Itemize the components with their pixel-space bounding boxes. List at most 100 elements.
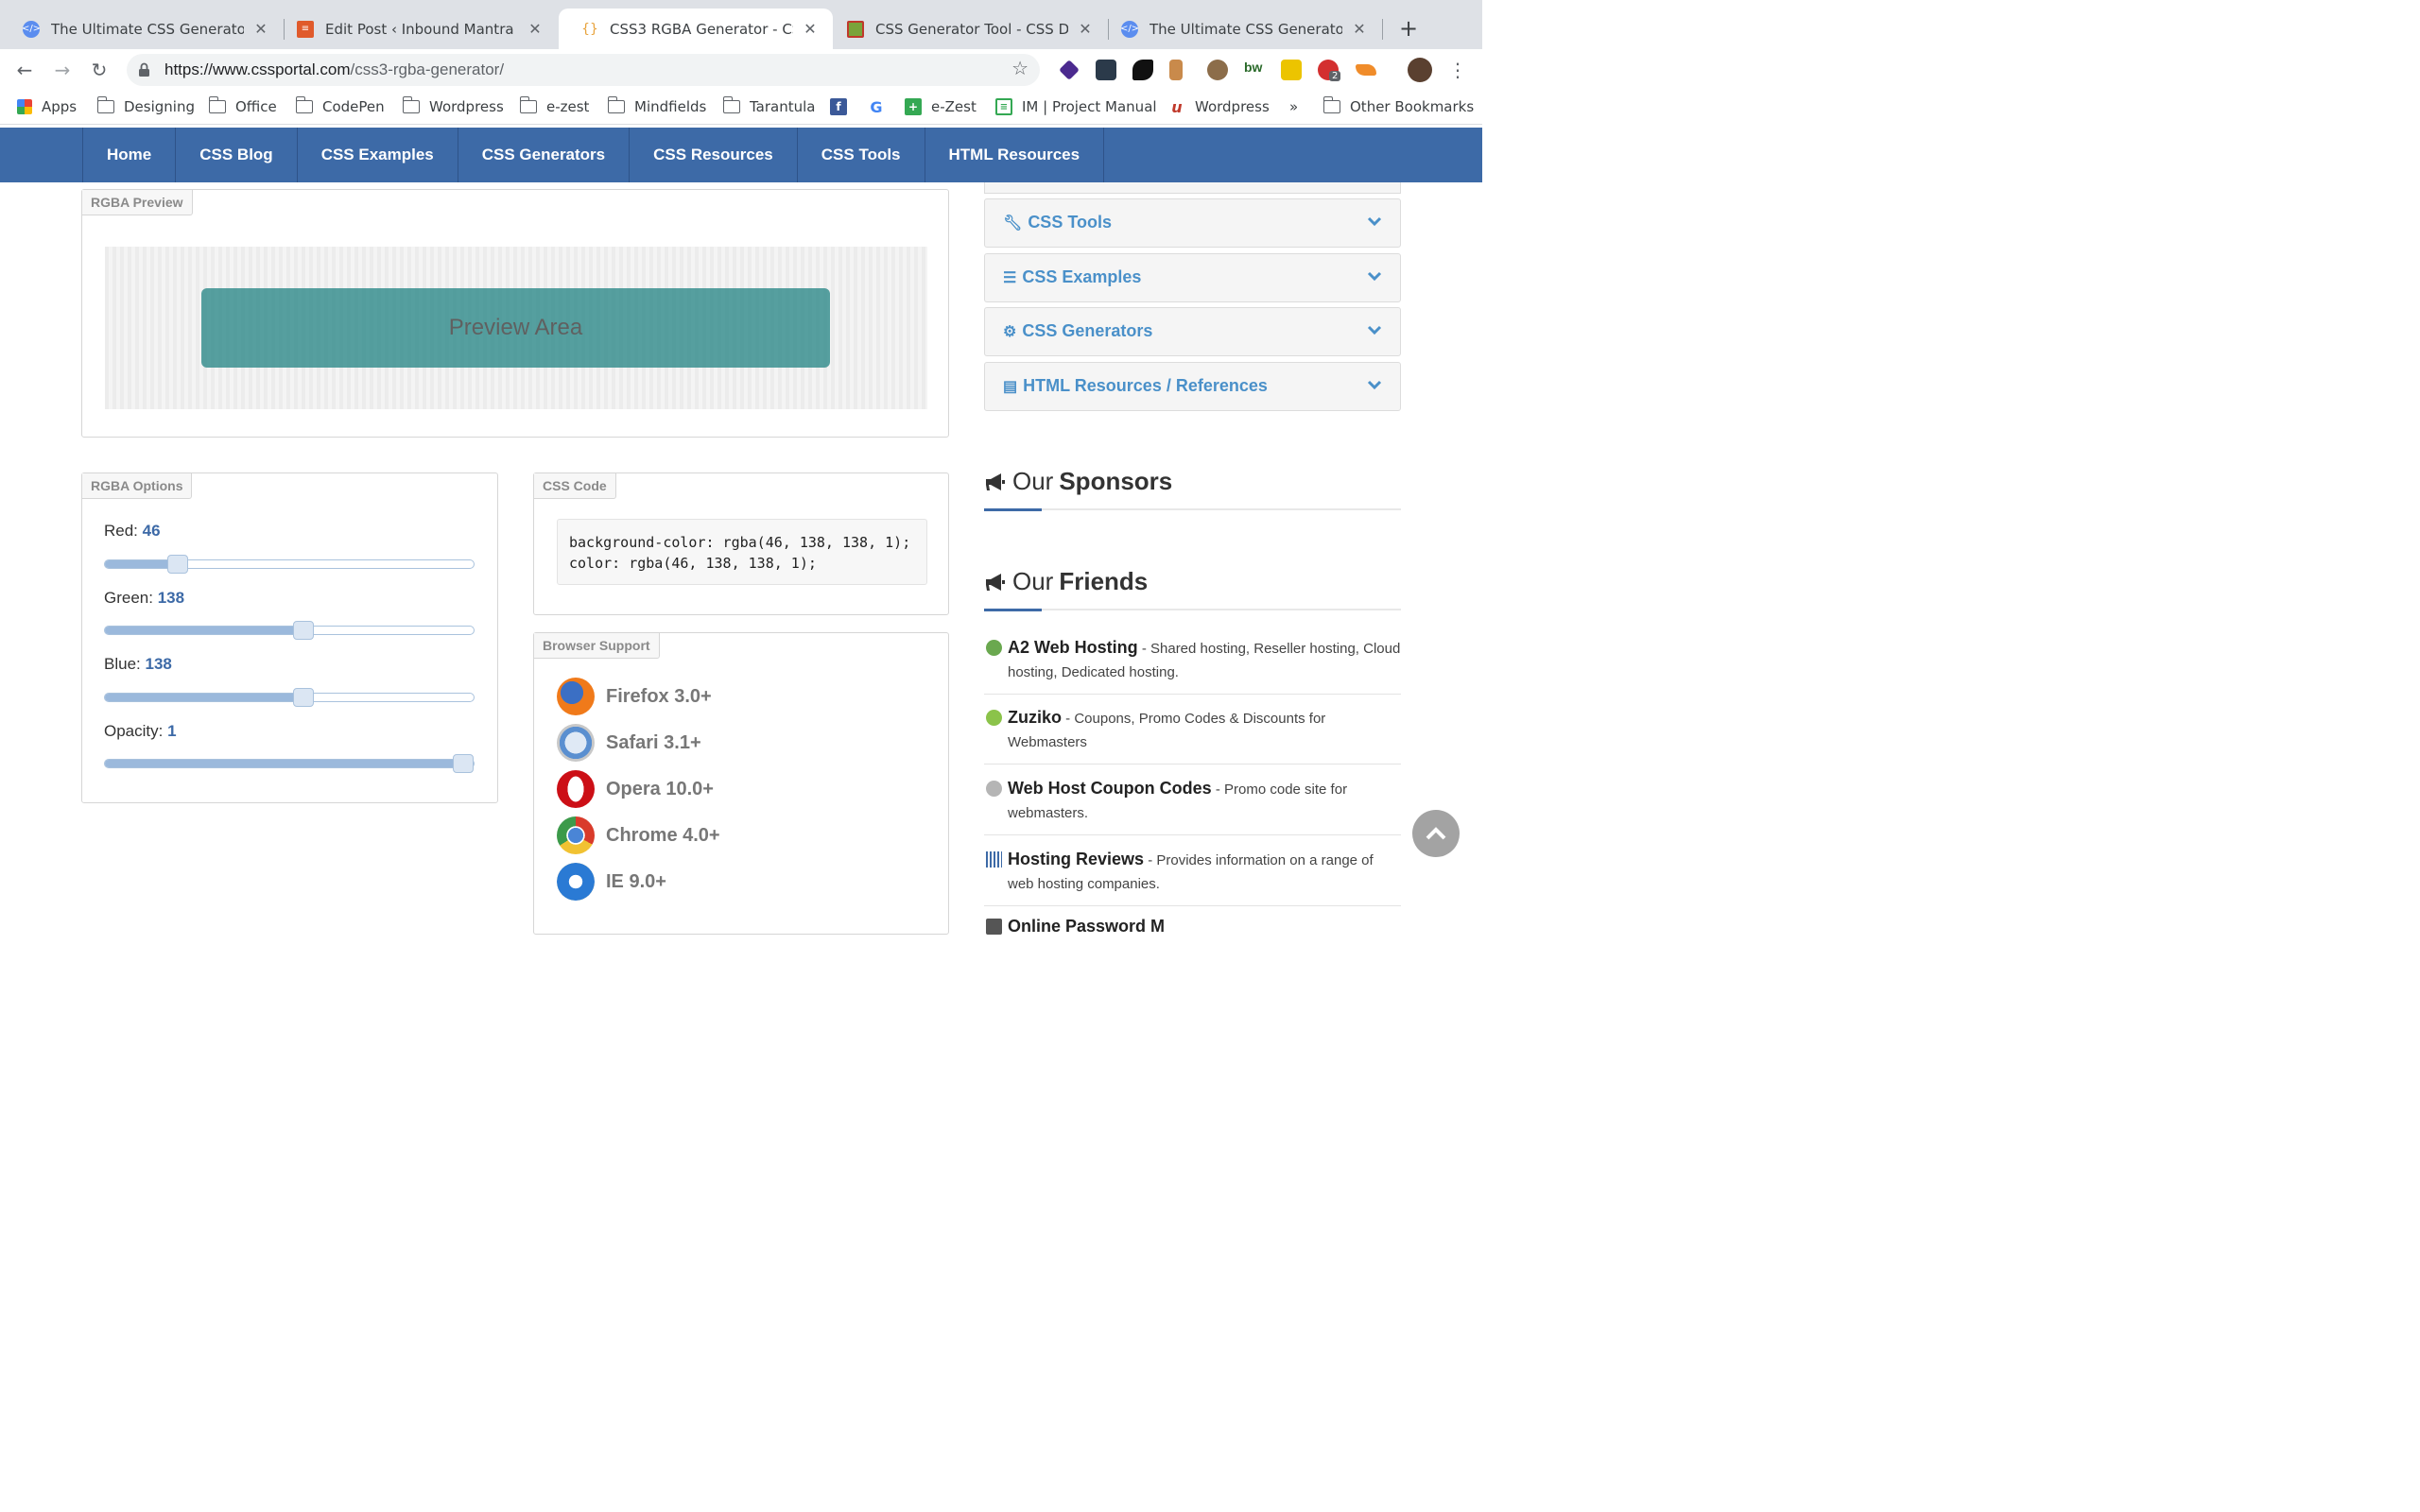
site-nav: Home CSS Blog CSS Examples CSS Generator… xyxy=(0,128,1482,182)
accordion-css-generators[interactable]: ⚙ CSS Generators xyxy=(984,307,1401,356)
accordion-label: 🔧︎ CSS Tools xyxy=(1003,213,1112,232)
extension-eyedropper-icon[interactable] xyxy=(1207,60,1228,80)
friend-link[interactable]: Zuziko xyxy=(1008,708,1062,727)
friend-item[interactable]: Hosting Reviews - Provides information o… xyxy=(984,848,1401,906)
extension-cube-icon[interactable] xyxy=(1059,60,1080,80)
browser-name: Chrome 4.0+ xyxy=(606,824,720,846)
extension-bird-icon[interactable] xyxy=(1132,60,1153,80)
cssportal-favicon: </> xyxy=(1120,20,1139,38)
profile-avatar[interactable] xyxy=(1408,58,1432,82)
slider-handle[interactable] xyxy=(453,754,474,773)
tab-title: CSS3 RGBA Generator - CSS Portal xyxy=(610,20,793,38)
extension-2048-icon[interactable] xyxy=(1281,60,1302,80)
menu-icon[interactable]: ⋮ xyxy=(1448,59,1467,81)
bookmark-google[interactable]: G xyxy=(868,97,894,116)
friend-link[interactable]: Online Password M xyxy=(1008,917,1165,936)
bookmark-other[interactable]: Other Bookmarks xyxy=(1322,96,1474,115)
bookmark-facebook[interactable]: f xyxy=(830,98,856,115)
red-slider[interactable] xyxy=(104,555,475,574)
accordion-css-tools[interactable]: 🔧︎ CSS Tools xyxy=(984,198,1401,248)
accordion-label: ⚙ CSS Generators xyxy=(1003,321,1153,340)
nav-css-resources[interactable]: CSS Resources xyxy=(630,128,798,182)
green-slider[interactable] xyxy=(104,621,475,640)
friend-item[interactable]: Online Password M xyxy=(984,915,1401,949)
address-bar[interactable]: https://www.cssportal.com/css3-rgba-gene… xyxy=(127,54,1040,86)
bookmark-e-zest[interactable]: + e-Zest xyxy=(905,98,977,115)
back-icon[interactable]: ← xyxy=(11,57,38,83)
bookmark-e-zest-folder[interactable]: e-zest xyxy=(519,96,589,115)
browser-tab-1[interactable]: </> The Ultimate CSS Generator ✕ xyxy=(0,9,284,49)
friend-item[interactable]: Web Host Coupon Codes - Promo code site … xyxy=(984,777,1401,835)
accordion-css-examples[interactable]: ☰ CSS Examples xyxy=(984,253,1401,302)
folder-icon xyxy=(96,96,114,113)
blue-slider[interactable] xyxy=(104,688,475,707)
forward-icon[interactable]: → xyxy=(49,57,76,83)
close-icon[interactable]: ✕ xyxy=(251,20,270,38)
friend-item[interactable]: A2 Web Hosting - Shared hosting, Reselle… xyxy=(984,636,1401,695)
url-text: https://www.cssportal.com/css3-rgba-gene… xyxy=(164,60,505,78)
bookmark-apps[interactable]: Apps xyxy=(17,98,77,115)
gear-icon: ⚙ xyxy=(1003,323,1017,340)
nav-css-generators[interactable]: CSS Generators xyxy=(458,128,631,182)
sheets-plus-icon: + xyxy=(905,98,922,115)
extension-screenshot-icon[interactable] xyxy=(1096,60,1116,80)
sponsors-heading: Our Sponsors xyxy=(984,467,1172,496)
browser-tab-4[interactable]: CSS Generator Tool - CSS Demo ✕ xyxy=(824,9,1108,49)
close-icon[interactable]: ✕ xyxy=(526,20,544,38)
browser-row-ie: IE 9.0+ xyxy=(557,863,666,901)
slider-handle[interactable] xyxy=(167,555,188,574)
nav-home[interactable]: Home xyxy=(83,128,177,182)
megaphone-icon xyxy=(986,573,1005,591)
bookmark-star-icon[interactable]: ☆ xyxy=(1011,57,1028,79)
bookmark-codepen[interactable]: CodePen xyxy=(295,96,385,115)
extension-bw-icon[interactable]: bw xyxy=(1244,60,1265,80)
nav-css-examples[interactable]: CSS Examples xyxy=(298,128,458,182)
sponsors-rule xyxy=(984,508,1401,511)
bookmark-label: Wordpress xyxy=(429,98,504,115)
bookmark-mindfields[interactable]: Mindfields xyxy=(607,96,706,115)
bookmark-project-manual[interactable]: ≡ IM | Project Manual xyxy=(995,98,1157,115)
friend-item[interactable]: Zuziko - Coupons, Promo Codes & Discount… xyxy=(984,706,1401,765)
opacity-slider[interactable] xyxy=(104,754,475,773)
tab-divider xyxy=(1382,19,1383,40)
slider-fill xyxy=(105,760,463,767)
browser-tab-5[interactable]: </> The Ultimate CSS Generator ✕ xyxy=(1098,9,1382,49)
slider-handle[interactable] xyxy=(293,688,314,707)
nav-html-resources[interactable]: HTML Resources xyxy=(925,128,1105,182)
accordion-html-resources[interactable]: ▤ HTML Resources / References xyxy=(984,362,1401,411)
css-code-box[interactable]: background-color: rgba(46, 138, 138, 1);… xyxy=(557,519,927,585)
chevron-down-icon xyxy=(1367,271,1382,282)
bookmark-designing[interactable]: Designing xyxy=(96,96,195,115)
close-icon[interactable]: ✕ xyxy=(801,20,820,38)
reload-icon[interactable]: ↻ xyxy=(86,57,112,83)
folder-icon xyxy=(607,96,625,113)
close-icon[interactable]: ✕ xyxy=(1350,20,1369,38)
friend-link[interactable]: A2 Web Hosting xyxy=(1008,638,1138,657)
friend-link[interactable]: Hosting Reviews xyxy=(1008,850,1144,868)
panel-legend: RGBA Preview xyxy=(82,190,193,215)
slider-handle[interactable] xyxy=(293,621,314,640)
blue-label: Blue: 138 xyxy=(104,655,172,673)
scroll-to-top-button[interactable] xyxy=(1412,810,1460,857)
nav-css-blog[interactable]: CSS Blog xyxy=(176,128,298,182)
bookmarks-overflow[interactable]: » xyxy=(1289,98,1298,115)
bookmark-label: IM | Project Manual xyxy=(1022,98,1157,115)
extension-ruler-icon[interactable] xyxy=(1169,60,1183,80)
new-tab-icon[interactable]: + xyxy=(1397,15,1420,42)
bookmark-wordpress-folder[interactable]: Wordpress xyxy=(402,96,504,115)
browser-tab-2[interactable]: ≡ Edit Post ‹ Inbound Mantra — WordPress… xyxy=(274,9,558,49)
close-icon[interactable]: ✕ xyxy=(1076,20,1095,38)
bookmarks-bar: Apps Designing Office CodePen Wordpress … xyxy=(0,91,1482,125)
extension-adblock-icon[interactable]: 2 xyxy=(1318,60,1341,81)
bookmark-tarantula[interactable]: Tarantula xyxy=(722,96,816,115)
browser-tab-3-active[interactable]: {} CSS3 RGBA Generator - CSS Portal ✕ xyxy=(559,9,833,49)
google-icon: G xyxy=(870,97,883,116)
bookmark-office[interactable]: Office xyxy=(208,96,277,115)
bookmark-label: e-Zest xyxy=(931,98,977,115)
friend-link[interactable]: Web Host Coupon Codes xyxy=(1008,779,1212,798)
extension-orange-icon[interactable] xyxy=(1356,64,1376,76)
tab-title: Edit Post ‹ Inbound Mantra — WordPress xyxy=(325,20,518,38)
red-label: Red: 46 xyxy=(104,522,161,540)
bookmark-wordpress[interactable]: u Wordpress xyxy=(1168,98,1269,116)
nav-css-tools[interactable]: CSS Tools xyxy=(798,128,925,182)
